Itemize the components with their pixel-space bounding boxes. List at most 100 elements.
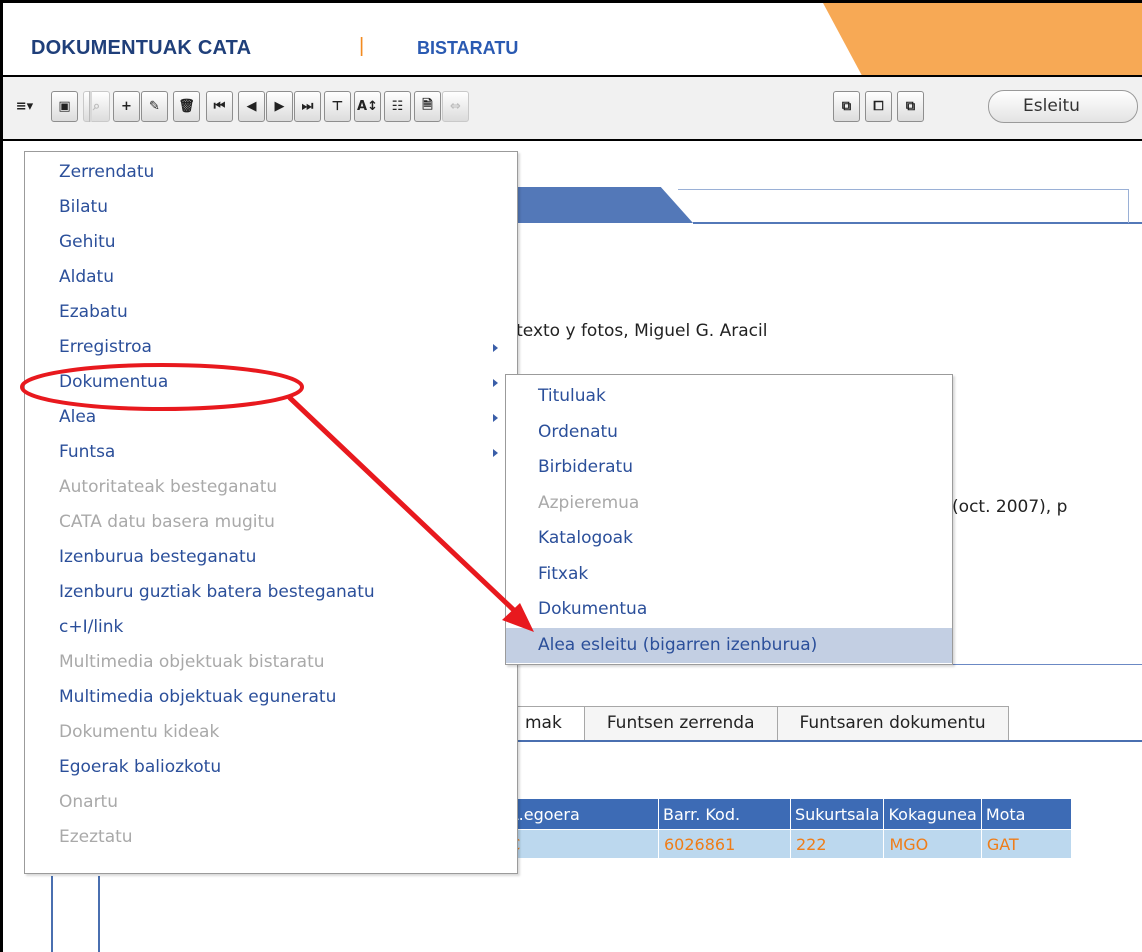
menu-item-egoerak-baliozkotu[interactable]: Egoerak baliozkotu bbox=[25, 751, 517, 784]
menu-item-dokumentu-kideak: Dokumentu kideak bbox=[25, 716, 517, 749]
tree-line-left bbox=[51, 876, 53, 952]
submenu-item-tituluak[interactable]: Tituluak bbox=[506, 379, 952, 414]
cell-status: C bbox=[503, 829, 659, 859]
menu-item-label: Egoerak baliozkotu bbox=[59, 757, 222, 777]
link-icon: ⇔ bbox=[442, 91, 469, 122]
tree-line-right bbox=[98, 876, 100, 952]
sort-az-icon[interactable]: A↕ bbox=[354, 91, 381, 122]
submenu-arrow-icon bbox=[493, 379, 498, 387]
app-header: DOKUMENTUAK CATA | BISTARATU bbox=[3, 3, 1142, 75]
next-record-icon[interactable]: ▶ bbox=[266, 91, 293, 122]
document-icon[interactable]: 🗎 bbox=[414, 91, 441, 122]
plus-icon[interactable]: + bbox=[113, 91, 140, 122]
menu-item-multimedia-objektuak-bistaratu: Multimedia objektuak bistaratu bbox=[25, 646, 517, 679]
menu-item-label: Ezeztatu bbox=[59, 827, 133, 847]
menu-item-label: CATA datu basera mugitu bbox=[59, 512, 275, 532]
menu-item-ezabatu[interactable]: Ezabatu bbox=[25, 296, 517, 329]
filter-icon[interactable]: ⊤ bbox=[324, 91, 351, 122]
subtab-strip: mak Funtsen zerrenda Funtsaren dokumentu bbox=[503, 706, 1009, 741]
menu-item-label: Ezabatu bbox=[59, 302, 128, 322]
menu-item-cata-datu-basera-mugitu: CATA datu basera mugitu bbox=[25, 506, 517, 539]
menu-item-c-i-link[interactable]: c+I/link bbox=[25, 611, 517, 644]
copy-record-icon[interactable]: ⧉ bbox=[833, 91, 860, 122]
first-record-icon[interactable]: ⏮ bbox=[206, 91, 233, 122]
column-header-barcode[interactable]: Barr. Kod. bbox=[658, 798, 791, 830]
submenu-item-azpieremua: Azpieremua bbox=[538, 492, 640, 513]
menu-item-onartu: Onartu bbox=[25, 786, 517, 819]
column-header-branch[interactable]: Sukurtsala bbox=[789, 798, 885, 830]
previous-record-icon[interactable]: ◀ bbox=[238, 91, 265, 122]
menu-item-label: Multimedia objektuak eguneratu bbox=[59, 687, 337, 707]
columns-icon[interactable]: ☷ bbox=[384, 91, 411, 122]
view-mode-label[interactable]: BISTARATU bbox=[417, 38, 518, 59]
table-row[interactable]: C 6026861 222 MGO GAT bbox=[503, 829, 1072, 859]
column-header-status[interactable]: A.egoera bbox=[503, 798, 659, 830]
menu-item-label: c+I/link bbox=[59, 617, 124, 637]
submenu-arrow-icon bbox=[493, 414, 498, 422]
menu-item-label: Zerrendatu bbox=[59, 162, 155, 182]
header-accent bbox=[823, 3, 1142, 75]
cell-location: MGO bbox=[883, 829, 982, 859]
tab-strip-border bbox=[678, 189, 1128, 190]
column-header-location[interactable]: Kokagunea bbox=[883, 798, 982, 830]
cell-branch: 222 bbox=[789, 829, 885, 859]
menu-item-izenburu-guztiak-batera-besteganatu[interactable]: Izenburu guztiak batera besteganatu bbox=[25, 576, 517, 609]
cell-barcode: 6026861 bbox=[658, 829, 791, 859]
column-header-type[interactable]: Mota bbox=[980, 798, 1072, 830]
toolbar: ≡▾ ▣ ⌕ + ✎ 🗑 ⏮ ◀ ▶ ⏭ ⊤ A↕ ☷ 🗎 ⇔ ⧉ ⧠ ⧉ Esleitu bbox=[3, 77, 1142, 139]
menu-item-label: Dokumentua bbox=[59, 372, 169, 392]
menu-item-label: Bilatu bbox=[59, 197, 108, 217]
header-separator: | bbox=[359, 35, 365, 57]
card-icon[interactable]: ▣ bbox=[51, 91, 78, 122]
esleitu-button[interactable]: Esleitu bbox=[988, 90, 1138, 123]
menu-item-autoritateak-besteganatu: Autoritateak besteganatu bbox=[25, 471, 517, 504]
menu-item-aldatu[interactable]: Aldatu bbox=[25, 261, 517, 294]
submenu-item-dokumentua[interactable]: Dokumentua bbox=[506, 592, 952, 627]
subtab-fund-documents[interactable]: Funtsaren dokumentu bbox=[777, 706, 1009, 741]
menu-item-label: Izenburu guztiak batera besteganatu bbox=[59, 582, 375, 602]
menu-item-alea[interactable]: Alea bbox=[25, 401, 517, 434]
menu-item-ezeztatu: Ezeztatu bbox=[25, 821, 517, 854]
submenu-arrow-icon bbox=[493, 344, 498, 352]
menu-item-label: Erregistroa bbox=[59, 337, 152, 357]
table-header-row: A.egoera Barr. Kod. Sukurtsala Kokagunea… bbox=[503, 798, 1072, 830]
last-record-icon[interactable]: ⏭ bbox=[294, 91, 321, 122]
menu-item-multimedia-objektuak-eguneratu[interactable]: Multimedia objektuak eguneratu bbox=[25, 681, 517, 714]
submenu-item-katalogoak[interactable]: Katalogoak bbox=[506, 521, 952, 556]
paste-record-icon[interactable]: ⧉ bbox=[897, 91, 924, 122]
toolbar-grip bbox=[89, 91, 92, 122]
menu-item-izenburua-besteganatu[interactable]: Izenburua besteganatu bbox=[25, 541, 517, 574]
edit-icon[interactable]: ✎ bbox=[141, 91, 168, 122]
menu-item-label: Autoritateak besteganatu bbox=[59, 477, 278, 497]
menu-item-gehitu[interactable]: Gehitu bbox=[25, 226, 517, 259]
menu-item-erregistroa[interactable]: Erregistroa bbox=[25, 331, 517, 364]
items-table: A.egoera Barr. Kod. Sukurtsala Kokagunea… bbox=[503, 798, 1072, 859]
submenu-arrow-icon bbox=[493, 449, 498, 457]
menu-item-label: Dokumentu kideak bbox=[59, 722, 220, 742]
submenu-item-fitxak[interactable]: Fitxak bbox=[506, 557, 952, 592]
tab-strip-line bbox=[693, 222, 1142, 224]
cell-type: GAT bbox=[980, 829, 1072, 859]
menu-item-dokumentua[interactable]: Dokumentua bbox=[25, 366, 517, 399]
menu-item-label: Onartu bbox=[59, 792, 119, 812]
tab-strip-edge bbox=[1128, 189, 1129, 223]
list-icon[interactable]: ≡▾ bbox=[11, 91, 38, 122]
subtab-underline bbox=[503, 740, 1142, 742]
menu-item-label: Gehitu bbox=[59, 232, 116, 252]
submenu-item-alea-esleitu-bigarren-izenburua[interactable]: Alea esleitu (bigarren izenburua) bbox=[506, 627, 952, 663]
submenu-item-birbideratu[interactable]: Birbideratu bbox=[506, 450, 952, 485]
move-record-icon[interactable]: ⧠ bbox=[865, 91, 892, 122]
menu-item-label: Aldatu bbox=[59, 267, 115, 287]
search-icon: ⌕ bbox=[83, 91, 110, 122]
page-title: DOKUMENTUAK CATA bbox=[31, 37, 252, 59]
menu-item-label: Izenburua besteganatu bbox=[59, 547, 257, 567]
menu-item-zerrendatu[interactable]: Zerrendatu bbox=[25, 156, 517, 189]
trash-icon[interactable]: 🗑 bbox=[173, 91, 200, 122]
submenu-item-ordenatu[interactable]: Ordenatu bbox=[506, 415, 952, 450]
menu-item-bilatu[interactable]: Bilatu bbox=[25, 191, 517, 224]
subtab-fund-list[interactable]: Funtsen zerrenda bbox=[584, 706, 778, 741]
menu-item-funtsa[interactable]: Funtsa bbox=[25, 436, 517, 469]
context-menu: Zerrendatu Bilatu Gehitu Aldatu Ezabatu Erreg… bbox=[24, 151, 518, 874]
menu-item-label: Alea bbox=[59, 407, 97, 427]
record-statement: / texto y fotos, Miguel G. Aracil bbox=[505, 321, 768, 341]
